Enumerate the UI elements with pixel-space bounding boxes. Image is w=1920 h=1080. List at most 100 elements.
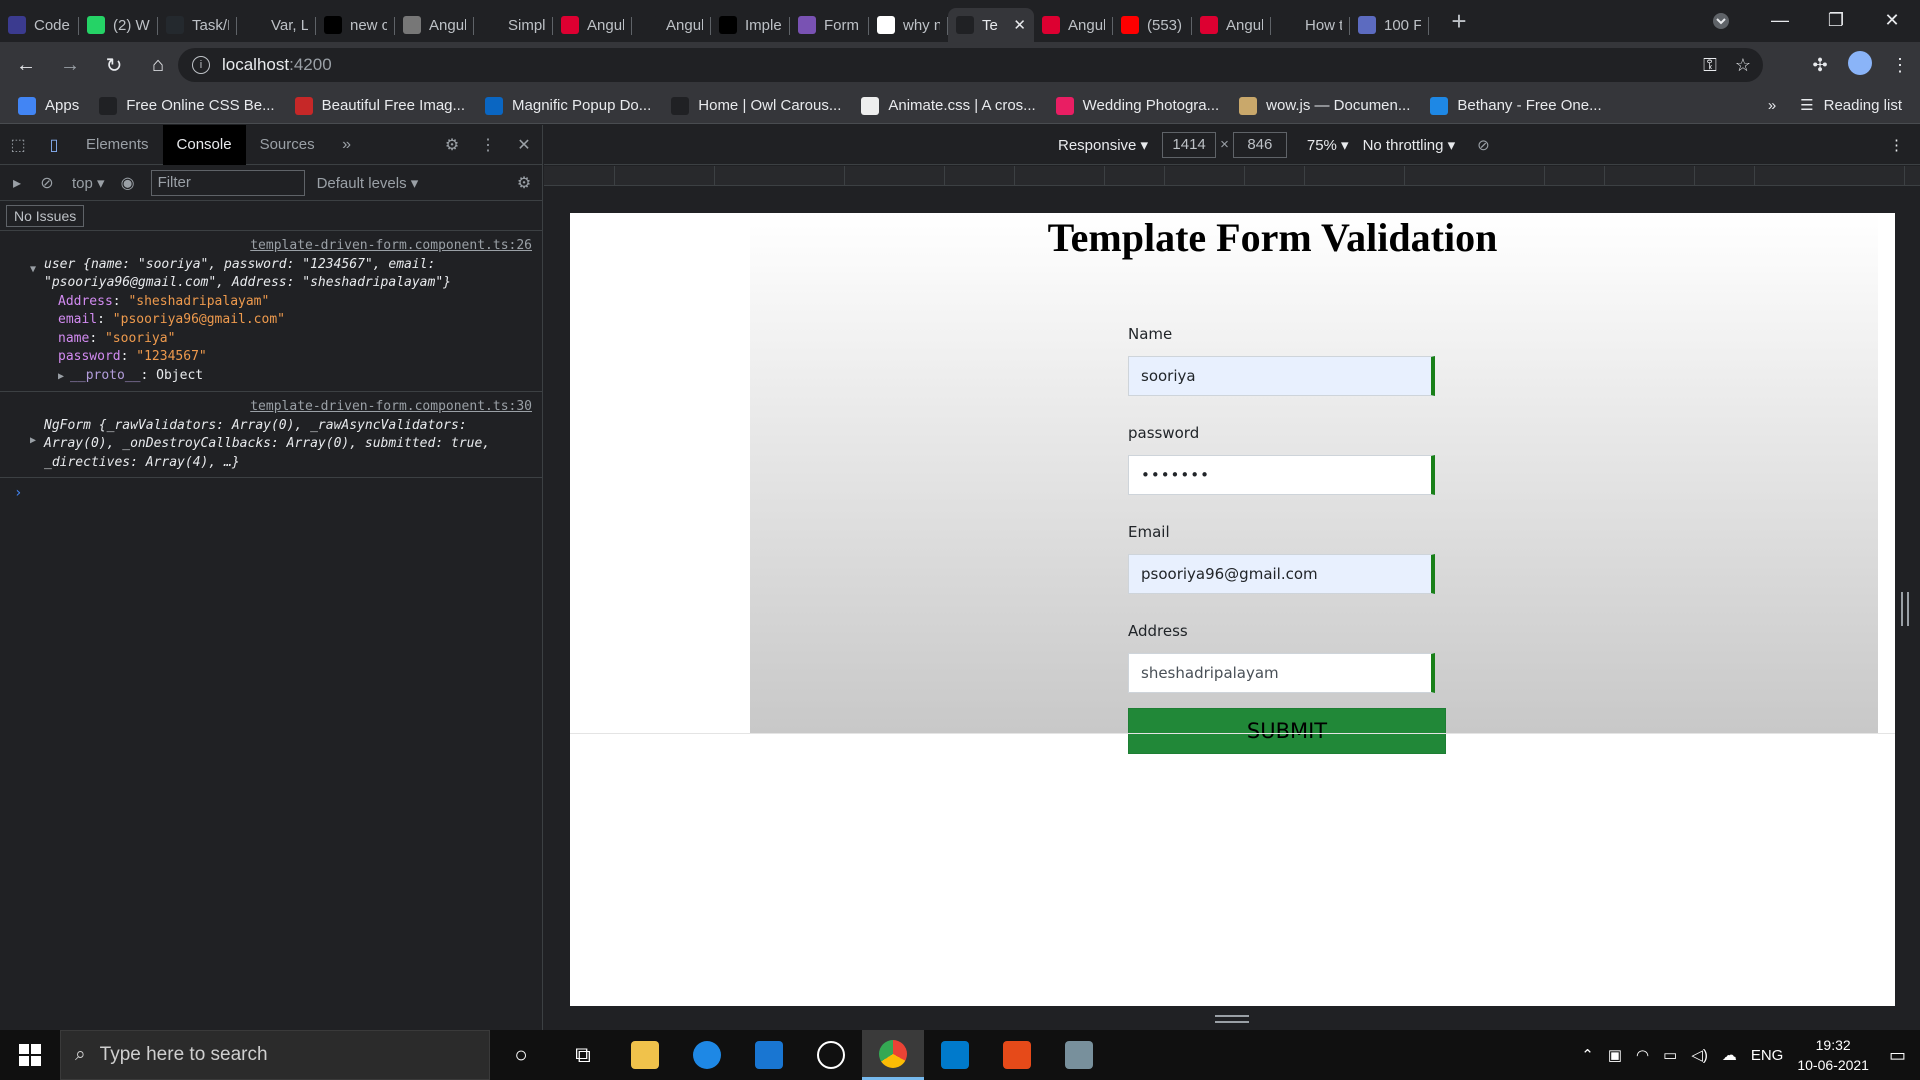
bookmark-star-icon[interactable]: ☆ [1735,55,1751,76]
bookmark-item[interactable]: Wedding Photogra... [1055,96,1219,115]
zoom-dropdown[interactable]: 75% ▾ [1307,136,1349,154]
bookmark-item[interactable]: Beautiful Free Imag... [294,96,465,115]
address-bar[interactable]: i localhost:4200 ⚿ ☆ [178,48,1763,82]
device-icon[interactable]: ▣ [1608,1046,1622,1064]
reload-icon[interactable]: ↻ [96,47,132,83]
viewport-width-input[interactable]: 1414 [1162,131,1217,158]
resize-handle-right[interactable] [1901,592,1909,626]
bookmark-item[interactable]: wow.js — Documen... [1239,96,1410,115]
reading-list-label[interactable]: Reading list [1824,97,1902,114]
more-bookmarks-icon[interactable]: » [1768,97,1776,114]
browser-tab[interactable]: Var, Le [237,8,316,42]
task-view-icon[interactable]: ⧉ [552,1030,614,1080]
clear-console-icon[interactable]: ⊘ [34,163,60,203]
language-indicator[interactable]: ENG [1751,1047,1784,1064]
dell-icon[interactable] [800,1030,862,1080]
reading-list-icon[interactable]: ☰ [1800,96,1813,114]
battery-icon[interactable]: ▭ [1663,1046,1677,1064]
viewport-height-input[interactable]: 846 [1232,131,1287,158]
browser-tab[interactable]: (553) [1113,8,1192,42]
close-window-icon[interactable]: ✕ [1864,10,1920,31]
browser-tab[interactable]: Angul [395,8,474,42]
device-menu-icon[interactable]: ⋮ [1889,136,1904,154]
camera-icon[interactable] [1048,1030,1110,1080]
notifications-icon[interactable]: ▭ [1889,1045,1906,1066]
address-input[interactable]: sheshadripalayam [1128,653,1435,693]
forward-icon[interactable]: → [52,47,88,83]
bookmark-item[interactable]: Home | Owl Carous... [671,96,841,115]
browser-tab[interactable]: why n [869,8,948,42]
log-levels-dropdown[interactable]: Default levels ▾ [317,174,419,192]
browser-tab[interactable]: 100 F [1350,8,1429,42]
chevron-up-icon[interactable]: ⌃ [1581,1046,1594,1064]
sidebar-toggle-icon[interactable]: ▸ [0,163,34,203]
taskbar-search-box[interactable]: ⌕ Type here to search [60,1030,490,1080]
console-filter-input[interactable]: Filter [150,169,305,196]
settings-gear-icon[interactable]: ⚙ [434,125,470,165]
minimize-icon[interactable]: — [1752,10,1808,31]
expand-triangle-icon[interactable]: ▶ [58,371,70,382]
tab-sources[interactable]: Sources [246,125,329,165]
cortana-icon[interactable]: ○ [490,1030,552,1080]
profile-avatar[interactable] [1840,50,1880,80]
device-toolbar-icon[interactable]: ▯ [36,125,72,165]
browser-tab[interactable]: (2) Wi [79,8,158,42]
browser-tab[interactable]: Task/I [158,8,237,42]
browser-tab[interactable]: Angul [553,8,632,42]
browser-tab[interactable]: How t [1271,8,1350,42]
object-summary[interactable]: NgForm {_rawValidators: Array(0), _rawAs… [44,417,532,473]
prop-row[interactable]: ▶ __proto__: Object [44,367,532,387]
clock[interactable]: 19:32 10-06-2021 [1797,1035,1869,1075]
browser-tab[interactable]: Form [790,8,869,42]
close-tab-icon[interactable]: ✕ [1013,16,1026,34]
browser-tab[interactable]: Imple [711,8,790,42]
windows-start-icon[interactable] [0,1030,60,1080]
tab-elements[interactable]: Elements [72,125,163,165]
email-input[interactable]: psooriya96@gmail.com [1128,554,1435,594]
browser-tab[interactable]: Te ✕ [948,8,1034,42]
extensions-icon[interactable]: ✣ [1800,55,1840,76]
message-source-link[interactable]: template-driven-form.component.ts:30 [44,398,532,417]
mail-icon[interactable] [738,1030,800,1080]
menu-kebab-icon[interactable]: ⋮ [1880,55,1920,76]
browser-tab[interactable]: Angul [632,8,711,42]
key-icon[interactable]: ⚿ [1703,55,1717,76]
onedrive-icon[interactable]: ☁ [1722,1046,1737,1064]
resize-handle-bottom[interactable] [1215,1015,1249,1023]
device-mode-dropdown[interactable]: Responsive ▾ [1058,136,1148,154]
bookmark-item[interactable]: Bethany - Free One... [1430,96,1602,115]
more-tabs-icon[interactable]: » [329,125,365,165]
browser-tab[interactable]: new c [316,8,395,42]
message-source-link[interactable]: template-driven-form.component.ts:26 [44,237,532,256]
bookmark-item[interactable]: Free Online CSS Be... [99,96,275,115]
devtools-menu-icon[interactable]: ⋮ [470,125,506,165]
edge-icon[interactable] [676,1030,738,1080]
home-icon[interactable]: ⌂ [140,47,176,83]
password-input[interactable]: ••••••• [1128,455,1435,495]
file-explorer-icon[interactable] [614,1030,676,1080]
vscode-icon[interactable] [924,1030,986,1080]
expand-triangle-icon[interactable]: ▶ [30,432,36,451]
tab-console[interactable]: Console [162,124,246,165]
close-devtools-icon[interactable]: ✕ [506,125,542,165]
volume-icon[interactable]: ◁) [1691,1046,1708,1064]
restore-icon[interactable]: ❐ [1808,10,1864,31]
browser-tab[interactable]: Angul [1192,8,1271,42]
throttling-dropdown[interactable]: No throttling ▾ [1363,136,1456,154]
tab-search-icon[interactable] [1708,10,1734,32]
object-summary[interactable]: user {name: "sooriya", password: "123456… [44,256,532,293]
wifi-icon[interactable]: ◠ [1636,1046,1649,1064]
name-input[interactable]: sooriya [1128,356,1435,396]
context-selector[interactable]: top ▾ [72,174,105,192]
expand-triangle-icon[interactable]: ▼ [30,261,36,280]
console-prompt[interactable]: › [0,478,542,509]
eye-icon[interactable]: ◉ [115,163,141,203]
browser-tab[interactable]: Angul [1034,8,1113,42]
browser-tab[interactable]: Code [0,8,79,42]
issues-badge[interactable]: No Issues [6,204,85,227]
bookmark-item[interactable]: Magnific Popup Do... [485,96,651,115]
submit-button[interactable]: SUBMIT [1128,708,1446,754]
bookmark-item[interactable]: Animate.css | A cros... [861,96,1036,115]
rotate-icon[interactable]: ⊘ [1477,136,1490,154]
chrome-icon[interactable] [862,1030,924,1080]
